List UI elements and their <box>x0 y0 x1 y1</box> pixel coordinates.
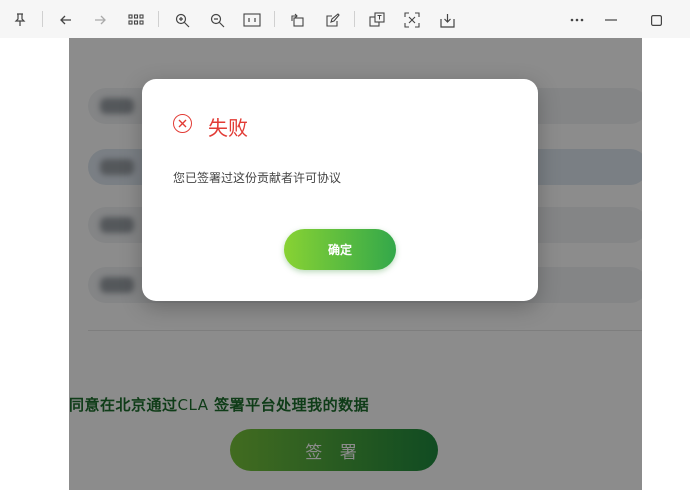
toolbar-divider <box>274 11 275 27</box>
toolbar-divider <box>354 11 355 27</box>
ocr-icon[interactable] <box>401 9 423 31</box>
minimize-icon[interactable] <box>600 9 622 31</box>
forward-arrow-icon[interactable] <box>89 9 111 31</box>
dialog-title: 失败 <box>208 116 248 140</box>
more-icon[interactable] <box>566 9 588 31</box>
viewer-toolbar <box>0 0 690 39</box>
close-circle-icon <box>173 114 192 133</box>
confirm-button[interactable]: 确定 <box>284 229 396 270</box>
back-arrow-icon[interactable] <box>55 9 77 31</box>
error-dialog: 失败 您已签署过这份贡献者许可协议 确定 <box>142 79 538 301</box>
viewer-left-margin <box>0 38 69 490</box>
edit-icon[interactable] <box>321 9 343 31</box>
zoom-in-icon[interactable] <box>171 9 193 31</box>
rotate-icon[interactable] <box>286 9 308 31</box>
save-icon[interactable] <box>436 9 458 31</box>
pin-icon[interactable] <box>9 9 31 31</box>
zoom-out-icon[interactable] <box>206 9 228 31</box>
translate-icon[interactable] <box>366 9 388 31</box>
maximize-icon[interactable] <box>645 9 667 31</box>
toolbar-divider <box>158 11 159 27</box>
viewer-right-margin <box>642 38 690 490</box>
dialog-message: 您已签署过这份贡献者许可协议 <box>173 171 342 185</box>
actual-size-icon[interactable] <box>241 9 263 31</box>
toolbar-divider <box>42 11 43 27</box>
grid-icon[interactable] <box>125 9 147 31</box>
